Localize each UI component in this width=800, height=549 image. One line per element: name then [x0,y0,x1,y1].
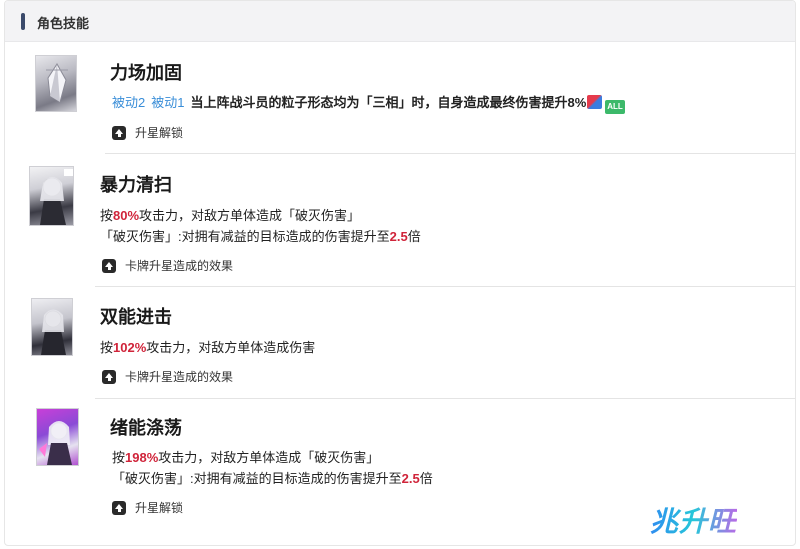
upgrade-label: 卡牌升星造成的效果 [125,259,234,273]
all-badge: ALL [605,100,625,114]
skill-name: 绪能涤荡 [110,418,182,438]
divider [95,398,795,399]
panel-header: 角色技能 [5,1,795,42]
desc-text: 攻击力，对敌方单体造成「破灭伤害」 [139,208,361,223]
character-portrait-icon [40,169,73,225]
skill-name: 力场加固 [110,63,182,83]
skill-description: 被动2 被动1 当上阵战斗员的粒子形态均为「三相」时，自身造成最终伤害提升8% ALL [112,92,625,114]
desc-text: 按 [100,340,114,355]
skill-description: 按80%攻击力，对敌方单体造成「破灭伤害」 [100,205,360,224]
desc-text: 「破灭伤害」:对拥有减益的目标造成的伤害提升至 [100,229,390,244]
desc-text: 当上阵战斗员的粒子形态均为「三相」时，自身造成最终伤害提升8% [190,95,587,110]
desc-text: 按 [112,450,126,465]
upgrade-toggle[interactable]: 卡牌升星造成的效果 [102,257,233,274]
desc-text: 倍 [407,229,421,244]
desc-text: 按 [100,208,114,223]
upgrade-label: 升星解锁 [135,126,184,140]
skill-description: 「破灭伤害」:对拥有减益的目标造成的伤害提升至2.5倍 [112,468,433,487]
skill-name: 暴力清扫 [100,175,172,195]
desc-text: 倍 [419,471,433,486]
character-portrait-icon [39,421,72,465]
skill-description: 按198%攻击力，对敌方单体造成「破灭伤害」 [112,447,379,466]
upgrade-toggle[interactable]: 升星解锁 [112,124,183,141]
upgrade-arrow-icon [112,500,126,515]
watermark-text: 兆升旺 [650,506,738,537]
highlight-value: 2.5 [389,229,408,244]
highlight-value: 102% [113,340,147,355]
upgrade-toggle[interactable]: 升星解锁 [112,499,183,516]
character-portrait-icon [41,309,66,355]
watermark-logo: 兆升旺 [650,500,737,540]
crystal-icon [46,63,68,103]
upgrade-label: 卡牌升星造成的效果 [125,370,234,384]
skill-name: 双能进击 [100,307,172,327]
upgrade-label: 升星解锁 [135,501,184,515]
upgrade-toggle[interactable]: 卡牌升星造成的效果 [102,368,233,385]
skill-card-image [29,166,74,226]
desc-text: 「破灭伤害」:对拥有减益的目标造成的伤害提升至 [112,471,402,486]
desc-text: 攻击力，对敌方单体造成伤害 [146,340,316,355]
highlight-value: 80% [113,208,140,223]
divider [95,286,795,287]
highlight-value: 198% [125,450,159,465]
skill-card-image [36,408,79,466]
element-badge-icon [587,95,603,109]
panel-title: 角色技能 [37,16,90,31]
highlight-value: 2.5 [401,471,420,486]
desc-text: 攻击力，对敌方单体造成「破灭伤害」 [158,450,380,465]
header-accent-bar [21,13,25,30]
passive-tag[interactable]: 被动1 [151,95,184,110]
upgrade-arrow-icon [112,125,126,140]
skill-description: 「破灭伤害」:对拥有减益的目标造成的伤害提升至2.5倍 [100,226,421,245]
upgrade-arrow-icon [102,258,116,273]
skill-description: 按102%攻击力，对敌方单体造成伤害 [100,337,315,356]
passive-tag[interactable]: 被动2 [112,95,145,110]
skills-panel: 角色技能 力场加固 被动2 被动1 当上阵战斗员的粒子形态均为「三相」时，自身造成最… [4,0,796,546]
upgrade-arrow-icon [102,369,116,384]
divider [105,153,795,154]
skill-card-image [35,55,77,112]
skill-card-image [31,298,73,356]
